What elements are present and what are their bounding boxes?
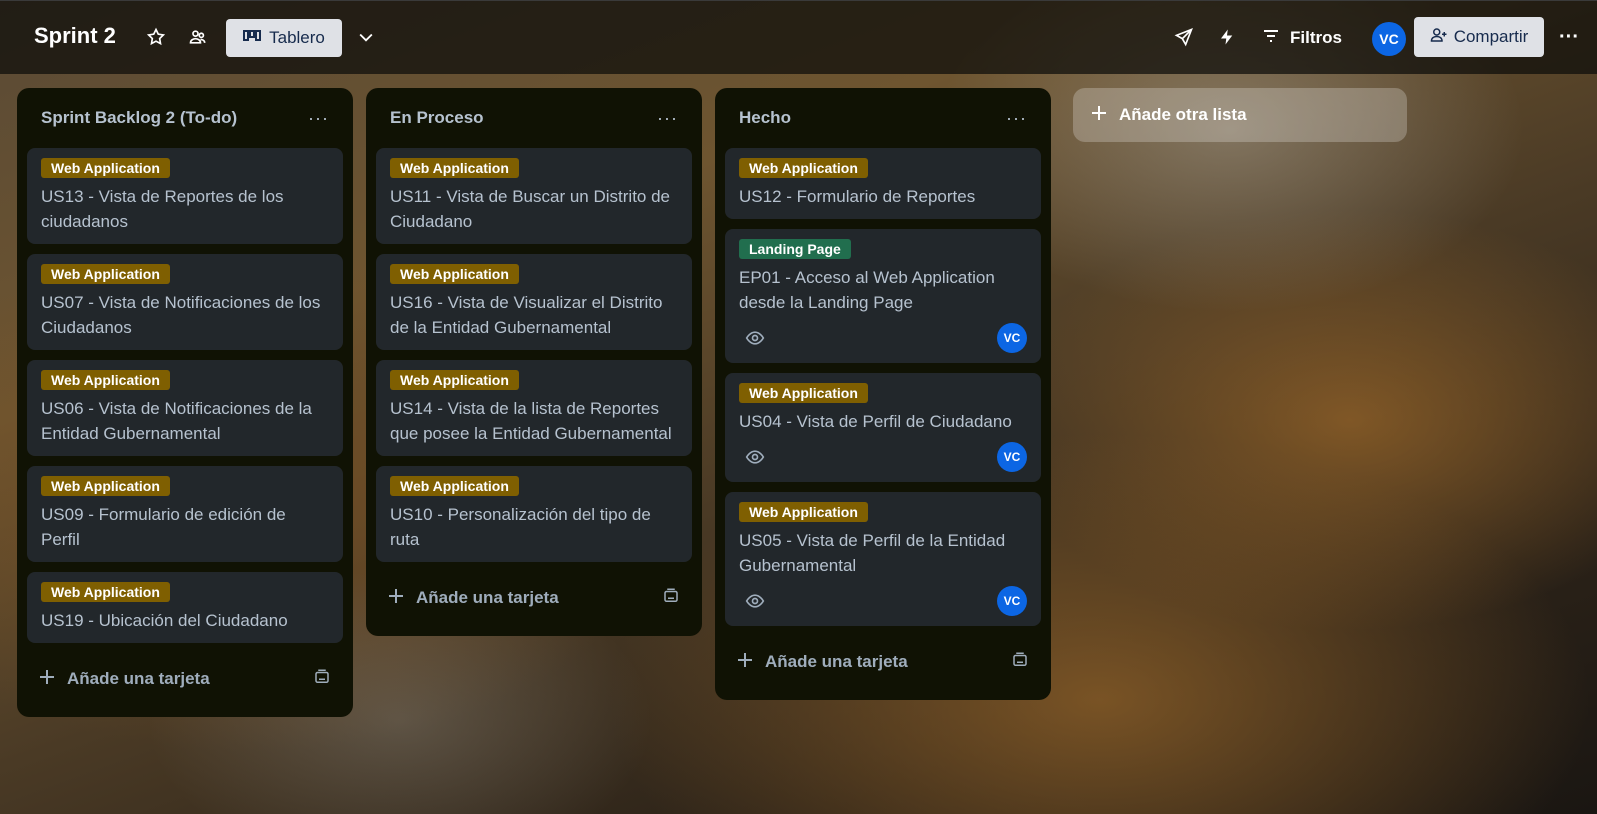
card-badges: VC (739, 323, 1027, 353)
board-header: Sprint 2 Tablero Filtros VC Compartir ··… (0, 0, 1597, 74)
add-card-label: Añade una tarjeta (67, 669, 210, 688)
view-switcher-button[interactable]: Tablero (226, 19, 342, 57)
card[interactable]: Web Application US06 - Vista de Notifica… (27, 360, 343, 456)
create-from-template-icon[interactable] (662, 587, 680, 610)
list-title[interactable]: Hecho (739, 108, 791, 128)
card-badges: VC (739, 442, 1027, 472)
card-title: US13 - Vista de Reportes de los ciudadan… (41, 187, 284, 231)
list-header: Sprint Backlog 2 (To-do) ··· (27, 88, 343, 148)
card-label: Web Application (390, 476, 519, 496)
chevron-down-icon[interactable] (350, 21, 382, 53)
card-label: Web Application (41, 264, 170, 284)
list-en-proceso: En Proceso ··· Web Application US11 - Vi… (366, 88, 702, 636)
add-list-label: Añade otra lista (1119, 105, 1247, 124)
card-title: EP01 - Acceso al Web Application desde l… (739, 268, 995, 312)
card-label: Web Application (739, 502, 868, 522)
card-label: Landing Page (739, 239, 851, 259)
list-menu-icon[interactable]: ··· (1006, 108, 1027, 129)
filter-icon (1262, 28, 1280, 49)
share-button[interactable]: Compartir (1414, 17, 1544, 57)
card[interactable]: Web Application US07 - Vista de Notifica… (27, 254, 343, 350)
view-label: Tablero (269, 28, 325, 47)
watching-icon (745, 591, 765, 611)
list-header: En Proceso ··· (376, 88, 692, 148)
card-label: Web Application (739, 383, 868, 403)
card[interactable]: Web Application US19 - Ubicación del Ciu… (27, 572, 343, 643)
card-title: US09 - Formulario de edición de Perfil (41, 505, 286, 549)
add-card-row: Añade una tarjeta (725, 636, 1041, 688)
card[interactable]: Web Application US16 - Vista de Visualiz… (376, 254, 692, 350)
card-title: US12 - Formulario de Reportes (739, 187, 976, 206)
card-label: Web Application (390, 158, 519, 178)
card[interactable]: Web Application US11 - Vista de Buscar u… (376, 148, 692, 244)
more-icon[interactable]: ··· (1553, 21, 1585, 53)
list-title[interactable]: En Proceso (390, 108, 484, 128)
card-title: US14 - Vista de la lista de Reportes que… (390, 399, 672, 443)
member-avatar[interactable]: VC (1372, 22, 1406, 56)
card[interactable]: Web Application US09 - Formulario de edi… (27, 466, 343, 562)
list-menu-icon[interactable]: ··· (308, 108, 329, 129)
plus-icon (1091, 105, 1107, 126)
card-label: Web Application (390, 264, 519, 284)
automation-icon[interactable] (1211, 21, 1243, 53)
create-from-template-icon[interactable] (1011, 651, 1029, 674)
add-card-button[interactable]: Añade una tarjeta (39, 669, 210, 690)
add-card-button[interactable]: Añade una tarjeta (388, 588, 559, 609)
plus-icon (737, 652, 753, 673)
card-title: US16 - Vista de Visualizar el Distrito d… (390, 293, 663, 337)
card[interactable]: Web Application US04 - Vista de Perfil d… (725, 373, 1041, 482)
card[interactable]: Web Application US05 - Vista de Perfil d… (725, 492, 1041, 626)
card-member-avatar[interactable]: VC (997, 586, 1027, 616)
board-view-icon (243, 28, 262, 48)
share-label: Compartir (1453, 27, 1529, 46)
power-ups-icon[interactable] (1168, 21, 1200, 53)
card-title: US06 - Vista de Notificaciones de la Ent… (41, 399, 312, 443)
card-label: Web Application (41, 582, 170, 602)
card-label: Web Application (41, 158, 170, 178)
card-label: Web Application (41, 370, 170, 390)
card-member-avatar[interactable]: VC (997, 323, 1027, 353)
card[interactable]: Web Application US12 - Formulario de Rep… (725, 148, 1041, 219)
card-label: Web Application (739, 158, 868, 178)
card-label: Web Application (41, 476, 170, 496)
list-title[interactable]: Sprint Backlog 2 (To-do) (41, 108, 237, 128)
board-title[interactable]: Sprint 2 (34, 23, 116, 49)
add-list-button[interactable]: Añade otra lista (1073, 88, 1407, 142)
add-person-icon (1430, 26, 1448, 49)
star-icon[interactable] (140, 21, 172, 53)
card-title: US11 - Vista de Buscar un Distrito de Ci… (390, 187, 671, 231)
card-title: US04 - Vista de Perfil de Ciudadano (739, 412, 1012, 431)
add-card-label: Añade una tarjeta (416, 588, 559, 607)
list-header: Hecho ··· (725, 88, 1041, 148)
team-visibility-icon[interactable] (182, 21, 214, 53)
card-badges: VC (739, 586, 1027, 616)
list-menu-icon[interactable]: ··· (657, 108, 678, 129)
card[interactable]: Landing Page EP01 - Acceso al Web Applic… (725, 229, 1041, 363)
card-label: Web Application (390, 370, 519, 390)
filters-label: Filtros (1290, 28, 1342, 47)
card-title: US19 - Ubicación del Ciudadano (41, 611, 288, 630)
card-title: US10 - Personalización del tipo de ruta (390, 505, 651, 549)
add-card-row: Añade una tarjeta (376, 572, 692, 624)
watching-icon (745, 328, 765, 348)
card[interactable]: Web Application US14 - Vista de la lista… (376, 360, 692, 456)
list-hecho: Hecho ··· Web Application US12 - Formula… (715, 88, 1051, 700)
watching-icon (745, 447, 765, 467)
filters-button[interactable]: Filtros (1262, 21, 1342, 55)
card-title: US07 - Vista de Notificaciones de los Ci… (41, 293, 321, 337)
card-member-avatar[interactable]: VC (997, 442, 1027, 472)
card[interactable]: Web Application US13 - Vista de Reportes… (27, 148, 343, 244)
plus-icon (388, 588, 404, 609)
list-sprint-backlog: Sprint Backlog 2 (To-do) ··· Web Applica… (17, 88, 353, 717)
add-card-row: Añade una tarjeta (27, 653, 343, 705)
add-card-label: Añade una tarjeta (765, 652, 908, 671)
card[interactable]: Web Application US10 - Personalización d… (376, 466, 692, 562)
create-from-template-icon[interactable] (313, 668, 331, 691)
card-title: US05 - Vista de Perfil de la Entidad Gub… (739, 531, 1006, 575)
plus-icon (39, 669, 55, 690)
add-card-button[interactable]: Añade una tarjeta (737, 652, 908, 673)
